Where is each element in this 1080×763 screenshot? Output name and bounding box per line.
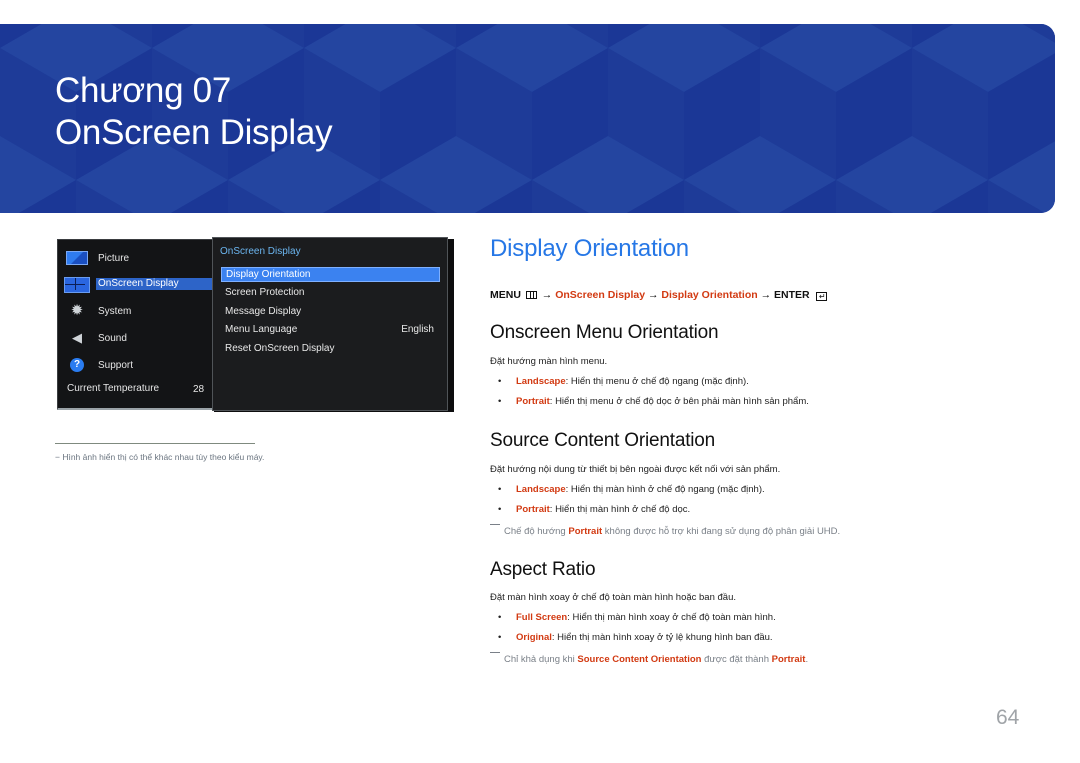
osd-submenu-label: Screen Protection: [225, 287, 305, 298]
footnote-text: − Hình ảnh hiển thị có thể khác nhau tùy…: [55, 452, 265, 462]
enter-key-label: ENTER: [774, 289, 810, 301]
section-title: Display Orientation: [490, 235, 689, 262]
option-item: • Full Screen: Hiển thị màn hình xoay ở c…: [498, 612, 776, 623]
option-key: Landscape: [516, 376, 566, 387]
current-temperature-label: Current Temperature: [67, 383, 160, 394]
osd-submenu: OnScreen Display Display Orientation Scr…: [212, 237, 448, 411]
osd-menu-item-onscreen-display: OnScreen Display: [58, 277, 215, 293]
osd-submenu-item-message-display: Message Display: [221, 305, 440, 320]
osd-submenu-item-screen-protection: Screen Protection: [221, 286, 440, 301]
option-key: Original: [516, 632, 552, 643]
osd-submenu-item-display-orientation: Display Orientation: [221, 267, 440, 282]
onscreen-display-icon: [64, 277, 90, 293]
osd-menu-label: Support: [98, 360, 134, 371]
subsection-heading: Aspect Ratio: [490, 559, 596, 580]
arrow: →: [760, 289, 772, 301]
subsection-heading: Source Content Orientation: [490, 430, 716, 451]
osd-menu-item-picture: Picture: [58, 251, 215, 267]
osd-submenu-item-reset: Reset OnScreen Display: [221, 342, 440, 357]
osd-menu-label: Sound: [98, 333, 127, 344]
option-item: • Landscape: Hiển thị menu ở chế độ ngang…: [498, 376, 749, 387]
option-key: Full Screen: [516, 612, 568, 623]
option-text: : Hiển thị màn hình ở chế độ ngang (mặc …: [565, 484, 765, 495]
osd-submenu-label: Reset OnScreen Display: [225, 343, 335, 354]
subsection-description: Đặt màn hình xoay ở chế độ toàn màn hình…: [490, 592, 737, 603]
note-text: Chỉ khả dụng khi: [504, 654, 578, 665]
osd-menu-item-sound: ◀ Sound: [58, 331, 215, 347]
menu-path-step: OnScreen Display: [555, 289, 646, 301]
osd-menu-item-system: ✹ System: [58, 302, 215, 320]
osd-main-menu: Picture OnScreen Display ✹ System ◀ Soun…: [57, 239, 215, 410]
option-item: • Portrait: Hiển thị màn hình ở chế độ dọ…: [498, 504, 691, 515]
osd-menu-label: Picture: [98, 253, 130, 264]
arrow: →: [647, 289, 659, 301]
menu-path-step: Display Orientation: [661, 289, 758, 301]
chapter-banner: Chương 07 OnScreen Display: [0, 24, 1055, 213]
osd-submenu-title: OnScreen Display: [220, 246, 301, 257]
option-item: • Landscape: Hiển thị màn hình ở chế độ n…: [498, 484, 765, 495]
note-key: Portrait: [568, 526, 603, 537]
option-item: • Original: Hiển thị màn hình xoay ở tỷ l…: [498, 632, 773, 643]
note-text: không được hỗ trợ khi đang sử dụng độ ph…: [602, 526, 841, 537]
osd-submenu-item-menu-language: Menu Language English: [221, 323, 440, 338]
arrow: →: [541, 289, 553, 301]
osd-menu-item-support: ? Support: [58, 358, 215, 374]
picture-icon: [66, 251, 88, 265]
option-text: : Hiển thị màn hình ở chế độ dọc.: [549, 504, 691, 515]
option-text: : Hiển thị màn hình xoay ở tỷ lệ khung h…: [551, 632, 773, 643]
subsection-heading: Onscreen Menu Orientation: [490, 322, 719, 343]
osd-submenu-label: Menu Language: [225, 324, 298, 335]
note: Chế độ hướng Portrait không được hỗ trợ …: [490, 524, 840, 537]
current-temperature-value: 28: [193, 384, 205, 395]
speaker-icon: ◀: [72, 330, 82, 345]
menu-icon: [525, 291, 537, 299]
osd-submenu-label: Display Orientation: [226, 269, 311, 280]
option-text: : Hiển thị màn hình xoay ở chế độ toàn m…: [567, 612, 776, 623]
note: Chỉ khả dụng khi Source Content Orientat…: [490, 652, 808, 665]
option-text: : Hiển thị menu ở chế độ dọc ở bên phải …: [549, 396, 809, 407]
note-dash: [490, 652, 500, 653]
option-key: Landscape: [516, 484, 566, 495]
enter-icon: ↵: [815, 292, 827, 301]
menu-key-label: MENU: [490, 289, 521, 301]
note-key: Source Content Orientation: [577, 654, 702, 665]
chapter-number: Chương 07: [55, 71, 232, 110]
osd-menu-label: OnScreen Display: [96, 278, 215, 290]
note-text: .: [805, 654, 809, 665]
chapter-title: OnScreen Display: [55, 113, 333, 152]
subsection-description: Đặt hướng màn hình menu.: [490, 356, 608, 367]
page-number: 64: [996, 706, 1020, 729]
option-text: : Hiển thị menu ở chế độ ngang (mặc định…: [565, 376, 749, 387]
note-text: được đặt thành: [701, 654, 772, 665]
note-key: Portrait: [771, 654, 806, 665]
gear-icon: ✹: [70, 302, 84, 319]
option-key: Portrait: [516, 396, 550, 407]
subsection-description: Đặt hướng nội dung từ thiết bị bên ngoài…: [490, 464, 781, 475]
footnote-divider: [55, 443, 255, 444]
menu-language-value: English: [401, 324, 434, 335]
menu-path: MENU → OnScreen Display → Display Orient…: [490, 289, 827, 301]
note-text: Chế độ hướng: [504, 526, 569, 537]
note-dash: [490, 524, 500, 525]
osd-menu-label: System: [98, 306, 132, 317]
osd-submenu-label: Message Display: [225, 306, 302, 317]
help-icon: ?: [70, 358, 84, 372]
option-key: Portrait: [516, 504, 550, 515]
option-item: • Portrait: Hiển thị menu ở chế độ dọc ở …: [498, 396, 809, 407]
